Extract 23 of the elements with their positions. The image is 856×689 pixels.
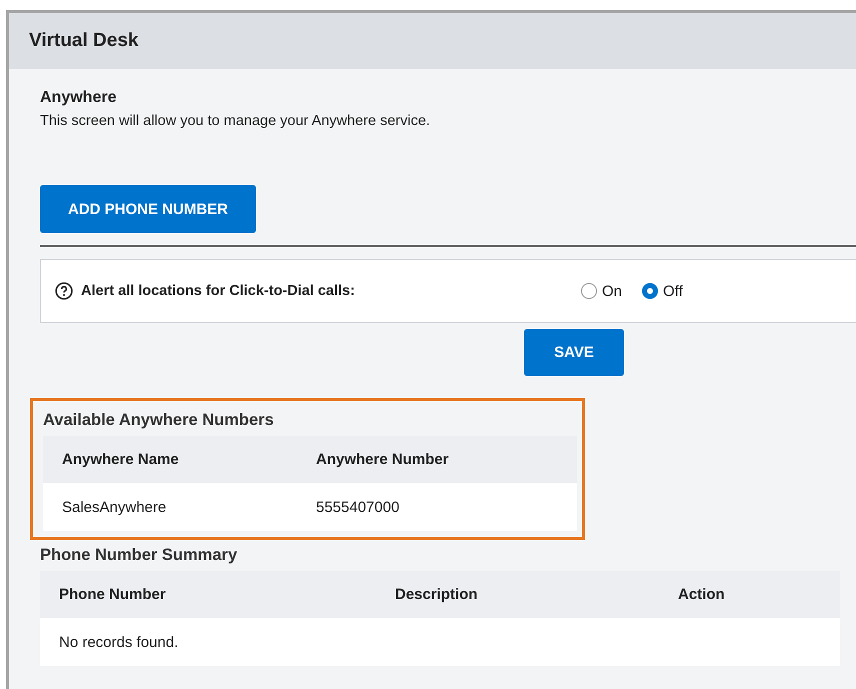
radio-icon[interactable] [642,283,658,299]
add-phone-number-button[interactable]: ADD PHONE NUMBER [40,185,256,233]
table-cell-text: 5555407000 [316,498,400,516]
radio-label: On [602,282,622,300]
window-title: Virtual Desk [29,30,138,52]
table-title: Phone Number Summary [40,546,238,565]
radio-icon[interactable] [581,283,597,299]
section-description: This screen will allow you to manage your Anywhere service. [40,113,432,129]
setting-label: Alert all locations for Click-to-Dial calls: [81,283,356,299]
radio-label: Off [663,282,683,300]
radio-option[interactable]: Off [642,282,683,300]
save-button[interactable]: SAVE [524,329,624,376]
table-cell-text: SalesAnywhere [62,498,168,516]
column-header: Anywhere Name [62,451,180,468]
column-header: Phone Number [59,586,167,603]
radio-option[interactable]: On [581,282,622,300]
empty-message: No records found. [59,634,178,650]
section-title: Anywhere [40,89,118,107]
column-header: Action [678,586,725,603]
table-title: Available Anywhere Numbers [43,411,275,430]
column-header: Description [395,586,479,603]
help-icon[interactable] [55,282,73,300]
column-header: Anywhere Number [316,451,450,468]
